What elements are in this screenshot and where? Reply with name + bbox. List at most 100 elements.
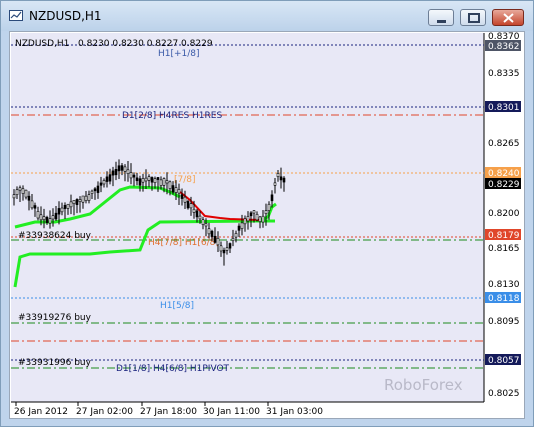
candle-body — [174, 187, 178, 193]
candle-body — [141, 178, 145, 183]
candle-body — [264, 210, 268, 214]
candle-body — [159, 179, 163, 186]
chart-ohlc-label: 0.8230 0.8230 0.8227 0.8229 — [78, 39, 213, 49]
candle-body — [93, 188, 97, 192]
candle-body — [117, 165, 121, 172]
chart-window-icon — [9, 10, 23, 21]
candle-body — [63, 204, 67, 209]
candle-body — [279, 176, 283, 181]
candle-body — [210, 230, 214, 237]
candle-body — [87, 194, 91, 201]
candle-body — [114, 169, 118, 176]
order-label-2[interactable]: #33919276 buy — [18, 313, 92, 323]
candle-body — [198, 215, 202, 220]
price-tag-label: 0.8229 — [488, 180, 520, 190]
time-tick: 30 Jan 11:00 — [203, 407, 260, 417]
candle-body — [99, 182, 103, 186]
candle-body — [201, 219, 205, 225]
roboforex-watermark: RoboForex — [384, 376, 463, 394]
price-tick: 0.8095 — [488, 317, 520, 327]
time-tick: 26 Jan 2012 — [14, 407, 68, 417]
price-tick: 0.8335 — [488, 69, 520, 79]
candle-body — [183, 196, 187, 203]
candle-body — [216, 237, 220, 246]
candle-body — [222, 249, 226, 254]
order-label-1[interactable]: #33938624 buy — [18, 231, 92, 241]
candle-body — [42, 216, 46, 221]
price-chart[interactable]: H1[+1/8] D1[2/8] H4RES H1RES [7/8] H4[7/… — [9, 31, 525, 419]
candle-body — [84, 195, 88, 201]
label-h1-plus-1-8: H1[+1/8] — [158, 49, 200, 59]
time-tick: 27 Jan 18:00 — [140, 407, 197, 417]
candle-body — [15, 189, 19, 195]
price-tag-label: 0.8240 — [488, 169, 520, 179]
chart-canvas[interactable]: H1[+1/8] D1[2/8] H4RES H1RES [7/8] H4[7/… — [10, 32, 524, 418]
time-tick: 27 Jan 02:00 — [76, 407, 133, 417]
time-axis-ticks: 26 Jan 2012 27 Jan 02:00 27 Jan 18:00 30… — [14, 402, 323, 417]
candle-body — [72, 200, 76, 204]
candle-body — [195, 210, 199, 218]
candle-body — [54, 212, 58, 220]
price-tick: 0.8130 — [488, 280, 520, 290]
candle-body — [180, 194, 184, 199]
candle-body — [51, 215, 55, 220]
candle-body — [255, 213, 259, 221]
restore-button[interactable] — [460, 9, 486, 26]
candle-body — [132, 174, 136, 178]
time-tick: 31 Jan 03:00 — [266, 407, 323, 417]
candle-body — [48, 218, 52, 224]
candle-body — [225, 247, 229, 251]
order-label-3[interactable]: #33931996 buy — [18, 358, 92, 368]
candle-body — [162, 178, 166, 186]
candle-body — [171, 185, 175, 193]
candle-body — [78, 199, 82, 202]
candle-body — [189, 203, 193, 209]
close-button[interactable] — [492, 9, 524, 26]
label-d1-2-8: D1[2/8] H4RES H1RES — [122, 111, 222, 121]
candle-body — [90, 190, 94, 194]
candle-body — [168, 181, 172, 189]
price-tag-label: 0.8179 — [488, 231, 520, 241]
candle-body — [156, 177, 160, 180]
candle-body — [45, 216, 49, 223]
candle-body — [33, 205, 37, 209]
candle-body — [243, 218, 247, 225]
price-tick: 0.8165 — [488, 244, 520, 254]
candle-body — [123, 166, 127, 172]
candle-body — [276, 173, 280, 177]
candle-body — [66, 203, 70, 209]
candle-body — [75, 199, 79, 206]
minimize-button[interactable] — [428, 9, 454, 26]
candle-body — [261, 215, 265, 223]
label-level-7-8-h1: H4[7/8] H1[6/8] — [148, 238, 219, 248]
price-tick: 0.8025 — [488, 389, 520, 399]
candle-body — [204, 223, 208, 227]
candle-body — [111, 170, 115, 176]
price-tag-label: 0.8362 — [488, 42, 520, 52]
price-tag-label: 0.8118 — [488, 294, 520, 304]
candle-body — [105, 176, 109, 182]
price-tick: 0.8265 — [488, 139, 520, 149]
candle-body — [147, 176, 151, 181]
candle-body — [240, 222, 244, 229]
candle-body — [30, 200, 34, 209]
candle-body — [231, 238, 235, 242]
label-h1-5-8: H1[5/8] — [160, 301, 194, 311]
candle-body — [219, 245, 223, 252]
label-level-7-8: [7/8] — [174, 175, 196, 185]
candle-body — [57, 208, 61, 215]
price-tick: 0.8200 — [488, 209, 520, 219]
candle-body — [150, 177, 154, 183]
candle-body — [129, 172, 133, 179]
label-d1-1-8: D1[1/8] H4[6/8] H1PIVOT — [116, 364, 230, 374]
candle-body — [192, 208, 196, 213]
chart-symbol-label: NZDUSD,H1 — [15, 39, 69, 49]
window-titlebar[interactable]: NZDUSD,H1 — [1, 1, 533, 31]
candle-body — [258, 216, 262, 222]
candle-body — [36, 211, 40, 219]
candle-body — [207, 228, 211, 235]
candle-body — [96, 185, 100, 193]
candle-body — [213, 235, 217, 243]
mt4-chart-window: NZDUSD,H1 H1[+1/8] D1[2/8] H4RES H1RES [… — [0, 0, 534, 427]
candle-body — [60, 207, 64, 213]
